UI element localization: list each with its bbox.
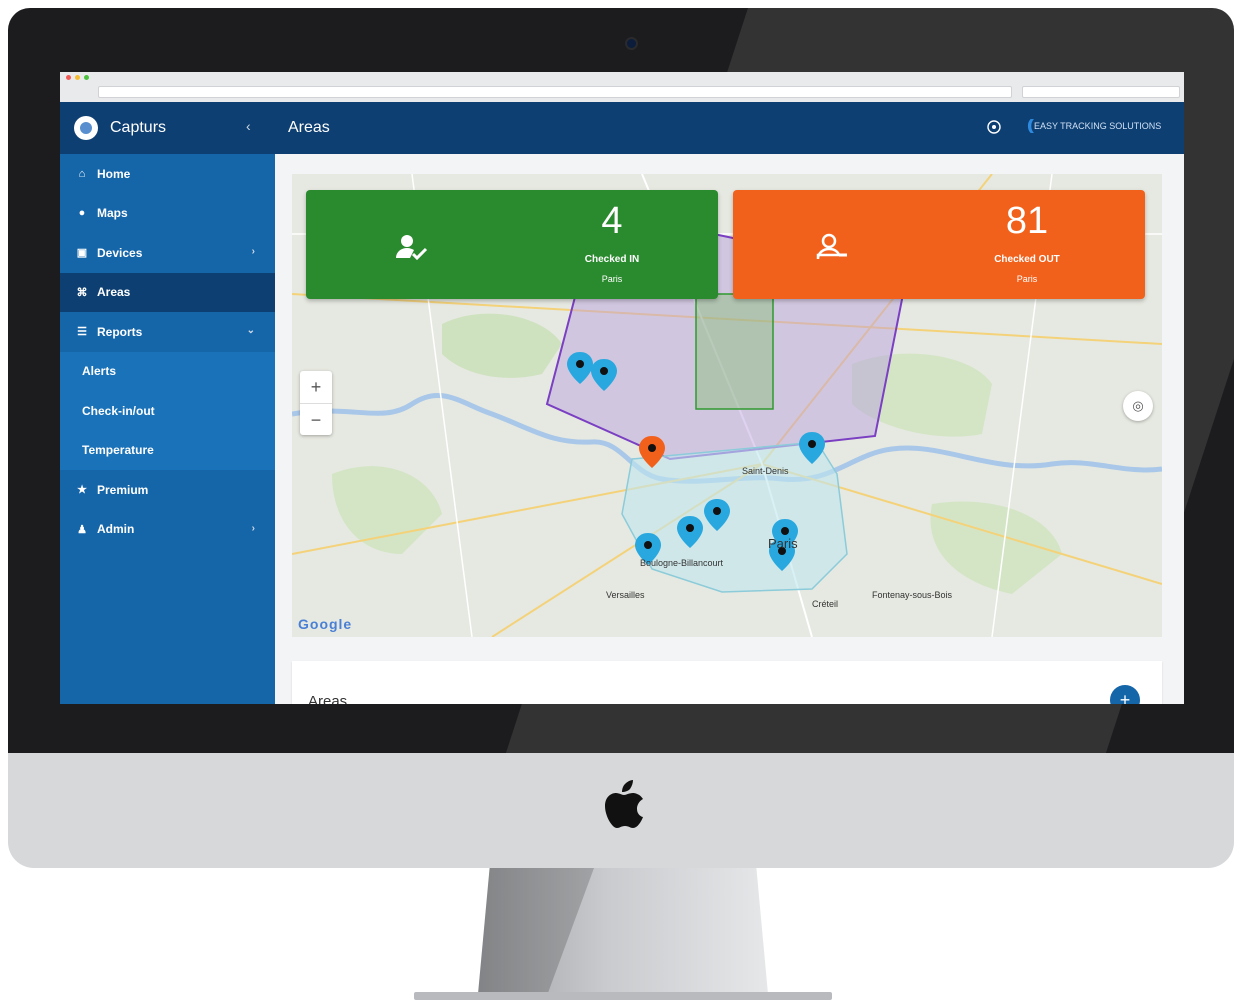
sidebar: Capturs ‹ ⌂ Home ● Maps ▣ Devices › ⌘ Ar…	[60, 102, 275, 704]
sidebar-item-maps[interactable]: ● Maps	[60, 194, 275, 234]
address-bar[interactable]	[98, 86, 1012, 98]
collapse-sidebar-icon[interactable]: ‹	[246, 118, 251, 134]
checked-out-label: Checked OUT	[994, 254, 1060, 265]
sidebar-item-label: Reports	[97, 324, 143, 339]
brand-tagline: ((( EASY TRACKING SOLUTIONS	[1027, 117, 1161, 134]
sidebar-item-reports[interactable]: ☰ Reports ⌄	[60, 312, 275, 352]
user-icon: ♟	[77, 523, 87, 536]
chevron-down-icon: ⌄	[246, 325, 255, 336]
webcam	[627, 39, 636, 48]
sidebar-item-label: Devices	[97, 245, 143, 260]
screen: Capturs ‹ ⌂ Home ● Maps ▣ Devices › ⌘ Ar…	[60, 72, 1184, 704]
signal-waves-icon: (((	[1027, 117, 1034, 134]
window-controls	[66, 75, 89, 80]
sidebar-item-label: Maps	[97, 206, 128, 221]
locate-icon[interactable]: ◎	[1123, 391, 1153, 421]
sidebar-item-areas[interactable]: ⌘ Areas	[60, 272, 275, 312]
browser-toolbar	[60, 72, 1184, 103]
areas-icon: ⌘	[76, 286, 88, 299]
sidebar-subitem-alerts[interactable]: Alerts	[60, 352, 275, 392]
devices-icon: ▣	[76, 247, 88, 260]
list-icon: ☰	[77, 326, 87, 339]
map-label-saint-denis: Saint-Denis	[742, 466, 789, 476]
close-dot[interactable]	[66, 75, 71, 80]
sidebar-subitem-checkinout[interactable]: Check-in/out	[60, 391, 275, 431]
reports-submenu: Alerts Check-in/out Temperature	[60, 351, 275, 471]
map-label-creteil: Créteil	[812, 599, 839, 609]
page-title: Areas	[288, 119, 330, 136]
sidebar-item-label: Premium	[97, 482, 149, 497]
maximize-dot[interactable]	[84, 75, 89, 80]
main-content: Paris Boulogne-Billancourt Créteil Fonte…	[275, 154, 1184, 704]
sidebar-nav: ⌂ Home ● Maps ▣ Devices › ⌘ Areas ☰ Repo…	[60, 154, 275, 549]
map-label-versailles: Versailles	[606, 590, 645, 600]
zoom-out-button[interactable]: −	[300, 404, 332, 436]
home-icon: ⌂	[78, 167, 86, 180]
map-label-fontenay: Fontenay-sous-Bois	[872, 590, 953, 600]
checked-out-card[interactable]: 81 Checked OUT Paris	[733, 190, 1145, 299]
stand-base	[414, 992, 832, 1000]
star-icon: ★	[77, 484, 87, 497]
zoom-control: + −	[300, 371, 332, 435]
map-view[interactable]: Paris Boulogne-Billancourt Créteil Fonte…	[292, 174, 1162, 637]
area-rectangle-green[interactable]	[695, 293, 774, 410]
map-pin-icon: ●	[78, 207, 86, 220]
checked-in-card[interactable]: 4 Checked IN Paris	[306, 190, 718, 299]
sidebar-item-devices[interactable]: ▣ Devices ›	[60, 233, 275, 273]
minimize-dot[interactable]	[75, 75, 80, 80]
area-polygon-paris[interactable]	[621, 441, 848, 593]
sidebar-item-label: Home	[97, 166, 131, 181]
browser-search-field[interactable]	[1022, 86, 1180, 98]
sidebar-subitem-temperature[interactable]: Temperature	[60, 431, 275, 471]
chevron-right-icon: ›	[251, 246, 255, 257]
map-label-boulogne: Boulogne-Billancourt	[640, 558, 724, 568]
checked-out-count: 81	[1005, 200, 1049, 242]
sidebar-item-label: Admin	[97, 522, 135, 537]
top-header: Areas ((( EASY TRACKING SOLUTIONS	[275, 102, 1184, 154]
tagline-text: EASY TRACKING SOLUTIONS	[1034, 120, 1162, 131]
sidebar-subitem-label: Alerts	[82, 364, 117, 379]
sidebar-item-premium[interactable]: ★ Premium	[60, 470, 275, 510]
sidebar-subitem-label: Check-in/out	[82, 403, 155, 418]
add-area-button[interactable]: +	[1110, 685, 1140, 704]
areas-section-title: Areas	[308, 693, 348, 704]
capturs-logo-icon[interactable]	[74, 116, 98, 140]
sidebar-item-label: Areas	[97, 285, 131, 300]
brand-bar: Capturs ‹	[60, 102, 275, 154]
zoom-in-button[interactable]: +	[300, 371, 332, 404]
sidebar-item-home[interactable]: ⌂ Home	[60, 154, 275, 194]
help-icon[interactable]	[987, 120, 1001, 134]
apple-logo-icon	[605, 780, 643, 828]
map-label-paris: Paris	[768, 536, 798, 551]
chevron-right-icon: ›	[251, 522, 255, 534]
sidebar-subitem-label: Temperature	[82, 443, 154, 458]
areas-card: Areas +	[292, 661, 1162, 704]
google-logo: Google	[298, 616, 353, 632]
sidebar-item-admin[interactable]: ♟ Admin ›	[60, 510, 275, 550]
checked-out-area: Paris	[1016, 274, 1038, 284]
app-name: Capturs	[110, 119, 167, 136]
monitor-chin	[8, 753, 1234, 868]
